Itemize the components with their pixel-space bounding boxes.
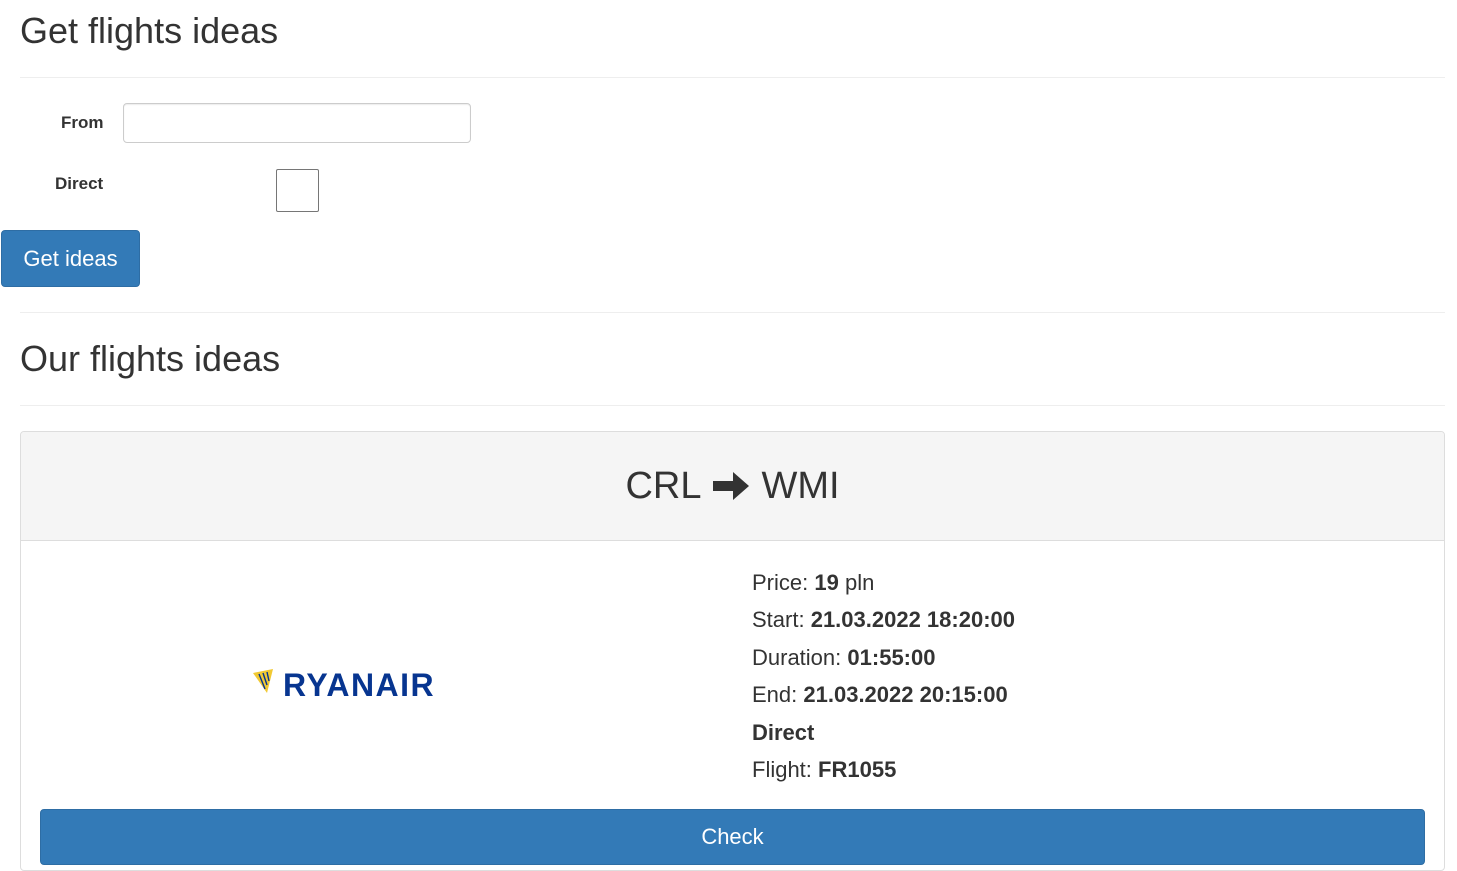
price-label: Price: — [752, 570, 809, 595]
price-unit: pln — [844, 570, 875, 595]
origin-code: CRL — [625, 464, 702, 507]
flight-row: Flight: FR1055 — [752, 751, 1015, 788]
arrow-right-icon — [713, 472, 750, 500]
get-ideas-button[interactable]: Get ideas — [1, 230, 140, 287]
direct-row: Direct — [752, 714, 1015, 751]
results-title: Our flights ideas — [20, 338, 281, 379]
check-button[interactable]: Check — [40, 809, 1425, 865]
duration-value: 01:55:00 — [847, 644, 936, 670]
direct-text: Direct — [752, 719, 815, 745]
destination-code: WMI — [761, 464, 840, 507]
duration-label: Duration: — [752, 644, 842, 670]
flight-details: Price: 19 pln Start: 21.03.2022 18:20:00… — [752, 564, 1015, 788]
direct-label: Direct — [55, 174, 104, 193]
divider — [20, 77, 1445, 78]
price-row: Price: 19 pln — [752, 564, 1015, 601]
page-title: Get flights ideas — [20, 10, 279, 51]
duration-row: Duration: 01:55:00 — [752, 639, 1015, 676]
flight-label: Flight: — [752, 757, 812, 783]
end-row: End: 21.03.2022 20:15:00 — [752, 676, 1015, 713]
start-label: Start: — [752, 607, 805, 633]
flight-route-header: CRL WMI — [21, 432, 1444, 541]
ryanair-logo: RYANAIR — [253, 667, 435, 703]
start-row: Start: 21.03.2022 18:20:00 — [752, 601, 1015, 638]
direct-checkbox[interactable] — [276, 169, 319, 212]
start-value: 21.03.2022 18:20:00 — [810, 607, 1015, 633]
from-label: From — [61, 113, 104, 132]
flight-card: CRL WMI RYANAIR Price: 19 pln Start: 21.… — [20, 431, 1445, 871]
divider — [20, 312, 1445, 313]
price-value: 19 — [814, 570, 839, 595]
end-value: 21.03.2022 20:15:00 — [803, 682, 1008, 708]
svg-text:RYANAIR: RYANAIR — [283, 667, 435, 703]
from-input[interactable] — [123, 103, 471, 143]
end-label: End: — [752, 682, 798, 708]
divider — [20, 405, 1445, 406]
flight-number: FR1055 — [818, 757, 897, 783]
